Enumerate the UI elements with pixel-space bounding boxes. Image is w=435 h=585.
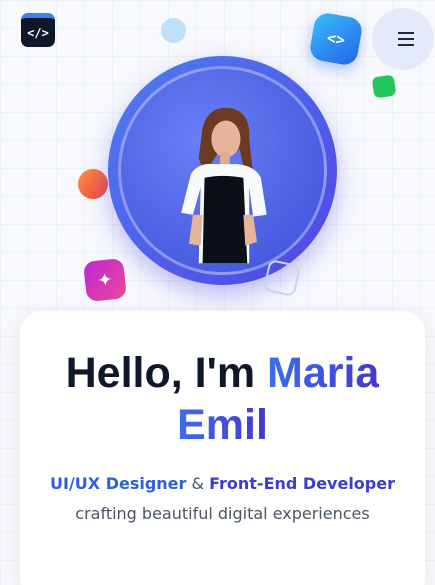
hero-heading: Hello, I'm Maria Emil <box>20 347 425 451</box>
menu-button[interactable] <box>372 8 434 70</box>
hero-greeting: Hello, I'm <box>65 349 256 397</box>
hero-last-name: Emil <box>177 401 268 449</box>
hero-first-name: Maria <box>267 349 380 397</box>
role-connector: & <box>191 474 204 493</box>
profile-photo <box>118 66 327 275</box>
code-icon: <> <box>308 11 364 67</box>
sparkle-icon: ✦ <box>83 258 127 302</box>
profile-photo-frame <box>108 56 337 285</box>
hamburger-icon <box>398 32 414 46</box>
hero-tagline: crafting beautiful digital experiences <box>75 504 370 523</box>
role-designer: UI/UX Designer <box>50 474 187 493</box>
role-developer: Front-End Developer <box>209 474 395 493</box>
decor-green-square <box>371 74 397 99</box>
decor-orange-dot <box>78 169 108 199</box>
decor-blue-dot <box>161 18 186 43</box>
logo-icon[interactable]: </> <box>21 13 55 47</box>
intro-card: Hello, I'm Maria Emil UI/UX Designer & F… <box>20 311 425 585</box>
decor-outline-square <box>263 259 301 297</box>
hero-roles: UI/UX Designer & Front-End Developer <box>20 474 425 493</box>
